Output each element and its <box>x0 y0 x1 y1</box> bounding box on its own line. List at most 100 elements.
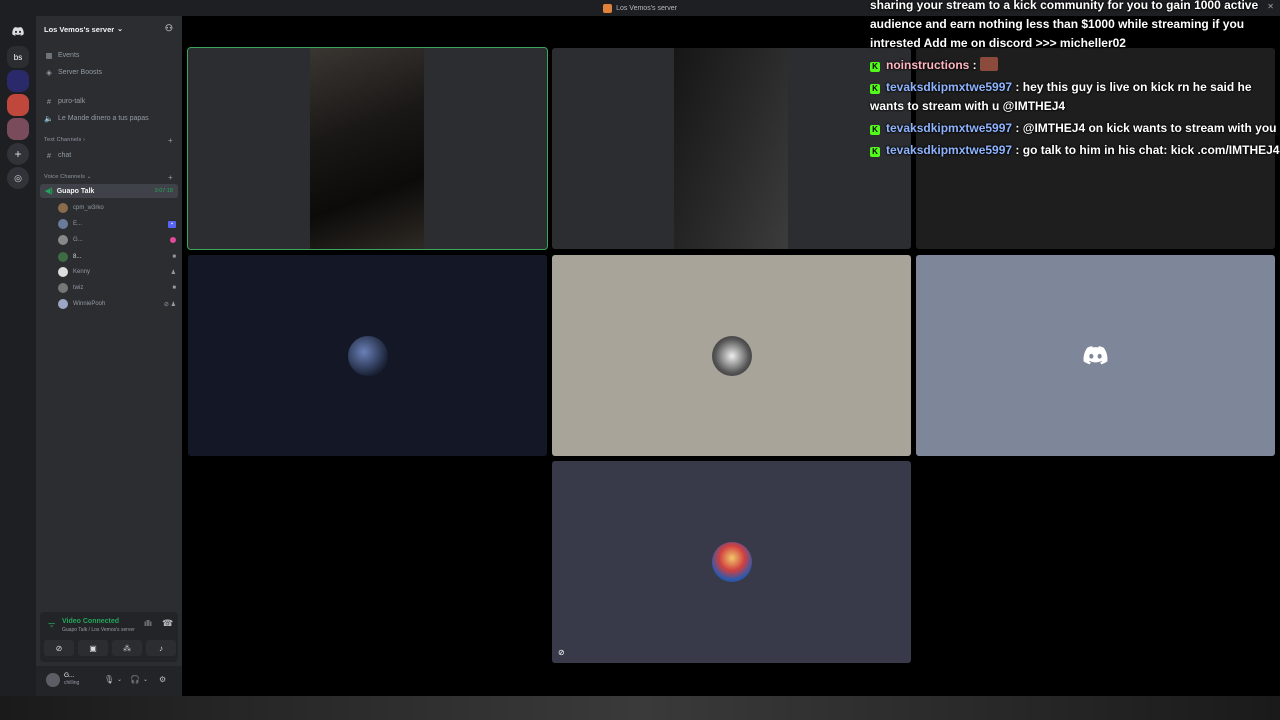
avatar <box>58 235 68 245</box>
video-tile-7[interactable]: ⊘ <box>552 461 911 663</box>
add-channel-icon[interactable]: + <box>168 136 173 145</box>
signal-icon[interactable]: ᯤ <box>48 619 55 630</box>
events-link[interactable]: ▦ Events <box>44 48 79 62</box>
voice-member[interactable]: 8... ■ <box>58 250 178 264</box>
user-panel: G... chilling 🎙 ⌄ 🎧 ⌄ ⚙ <box>36 666 182 696</box>
disconnect-icon[interactable]: ☎ <box>162 618 173 629</box>
chevron-down-icon: ⌄ <box>117 26 124 33</box>
activities-button[interactable]: ⁂ <box>112 640 142 656</box>
camera-off-button[interactable]: ⊘ <box>44 640 74 656</box>
category-voice-channels[interactable]: Voice Channels ⌄ + <box>44 173 173 182</box>
taskbar <box>0 696 1280 720</box>
voice-member[interactable]: E... ▪ <box>58 217 178 231</box>
kick-badge-icon: K <box>870 147 880 157</box>
participant-avatar <box>347 335 388 376</box>
avatar <box>58 267 68 277</box>
avatar <box>58 203 68 213</box>
server-icon-3[interactable] <box>7 118 29 140</box>
chevron-down-icon[interactable]: ⌄ <box>117 676 122 683</box>
video-tile-5[interactable] <box>552 255 911 456</box>
invite-people-icon[interactable]: ⚇ <box>165 23 173 34</box>
voice-timer: 3:07:18 <box>154 188 173 194</box>
voice-channel-guapo-talk[interactable]: ◀) Guapo Talk 3:07:18 <box>40 184 178 198</box>
voice-member[interactable]: twiz ■ <box>58 281 178 295</box>
server-bs-label: bs <box>13 52 23 62</box>
stream-chat-overlay: sharing your stream to a kick community … <box>866 0 1280 163</box>
member-name: WinniePooh <box>73 301 106 307</box>
hashtag-icon: # <box>46 150 52 160</box>
headphones-icon[interactable]: 🎧 <box>130 675 140 684</box>
voice-location[interactable]: Guapo Talk / Los Vemos's server <box>62 627 135 633</box>
message-text: sharing your stream to a kick community … <box>870 0 1259 50</box>
video-tile-2[interactable] <box>552 48 911 249</box>
add-server-icon[interactable]: + <box>7 143 29 165</box>
channel-le-mande[interactable]: 🔈 Le Mande dinero a tus papas <box>44 111 149 125</box>
discord-app: Los Vemos's server – □ ✕ bs + ◎ Los Vemo… <box>0 0 1280 720</box>
deafened-icon: ♟ <box>170 269 176 276</box>
avatar <box>58 252 68 262</box>
muted-mic-icon: ⊘ <box>558 648 565 657</box>
microphone-icon[interactable]: 🎙 <box>104 675 114 684</box>
category-label: Voice Channels ⌄ <box>44 174 92 180</box>
server-boosts-link[interactable]: ◈ Server Boosts <box>44 65 102 79</box>
discord-home-icon[interactable] <box>7 20 29 42</box>
events-label: Events <box>58 51 80 59</box>
kick-badge-icon: K <box>870 62 880 72</box>
chat-username: tevaksdkipmxtwe5997 <box>886 121 1013 135</box>
message-text: go talk to him in his chat: kick .com/IM… <box>1022 143 1280 157</box>
kick-badge-icon: K <box>870 125 880 135</box>
screen-share-icon: ▣ <box>89 643 97 653</box>
voice-member[interactable]: Kenny ♟ <box>58 265 178 279</box>
camera-feed <box>674 48 788 249</box>
discord-logo-icon <box>1083 346 1108 370</box>
voice-member[interactable]: cpm_w3rko <box>58 201 178 215</box>
channel-label: Le Mande dinero a tus papas <box>58 114 149 122</box>
user-avatar[interactable] <box>46 673 60 687</box>
camera-feed <box>310 48 424 249</box>
chat-message: Ktevaksdkipmxtwe5997 : @IMTHEJ4 on kick … <box>866 119 1280 138</box>
boost-icon: ◈ <box>46 67 52 77</box>
soundboard-button[interactable]: ♪ <box>146 640 176 656</box>
voice-status: Video Connected <box>62 618 120 625</box>
channel-label: chat <box>58 151 72 159</box>
chat-username: tevaksdkipmxtwe5997 <box>886 80 1013 94</box>
member-name: Kenny <box>73 269 91 275</box>
chat-message: Ktevaksdkipmxtwe5997 : go talk to him in… <box>866 141 1280 160</box>
boosts-label: Server Boosts <box>58 68 102 76</box>
speaker-icon: ◀) <box>45 188 53 195</box>
chat-username: noinstructions <box>886 58 970 72</box>
video-icon: ■ <box>172 254 176 260</box>
video-tile-6[interactable] <box>916 255 1275 456</box>
channel-puro-talk[interactable]: # puro-talk <box>44 94 85 108</box>
user-name[interactable]: G... <box>64 672 74 679</box>
user-status: chilling <box>64 680 80 686</box>
hashtag-icon: # <box>46 96 52 106</box>
video-tile-4[interactable] <box>188 255 547 456</box>
member-name: twiz <box>73 285 84 291</box>
participant-avatar <box>711 542 752 582</box>
member-name: G... <box>73 237 83 243</box>
server-icon <box>603 3 613 13</box>
live-badge: ▪ <box>168 220 176 228</box>
explore-icon[interactable]: ◎ <box>7 167 29 189</box>
settings-gear-icon[interactable]: ⚙ <box>159 675 166 684</box>
video-tile-1[interactable] <box>187 47 548 250</box>
chevron-down-icon[interactable]: ⌄ <box>143 676 148 683</box>
member-name: 8... <box>73 254 82 260</box>
server-icon-1[interactable] <box>7 70 29 92</box>
voice-member[interactable]: G... <box>58 233 178 247</box>
chat-message: Knoinstructions : <box>866 56 1280 75</box>
avatar <box>58 283 68 293</box>
screen-share-button[interactable]: ▣ <box>78 640 108 656</box>
noise-suppression-icon[interactable]: ıllı <box>144 619 152 628</box>
add-channel-icon[interactable]: + <box>168 173 173 182</box>
member-name: cpm_w3rko <box>73 205 104 211</box>
voice-member[interactable]: WinniePooh ⊘ ♟ <box>58 297 178 311</box>
server-bs[interactable]: bs <box>7 46 29 68</box>
category-text-channels[interactable]: Text Channels › + <box>44 136 173 145</box>
server-header[interactable]: Los Vemos's server ⌄ ⚇ <box>36 16 182 42</box>
calendar-icon: ▦ <box>45 50 53 60</box>
channel-chat[interactable]: # chat <box>44 148 71 162</box>
kick-badge-icon: K <box>870 84 880 94</box>
server-icon-active[interactable] <box>7 94 29 116</box>
